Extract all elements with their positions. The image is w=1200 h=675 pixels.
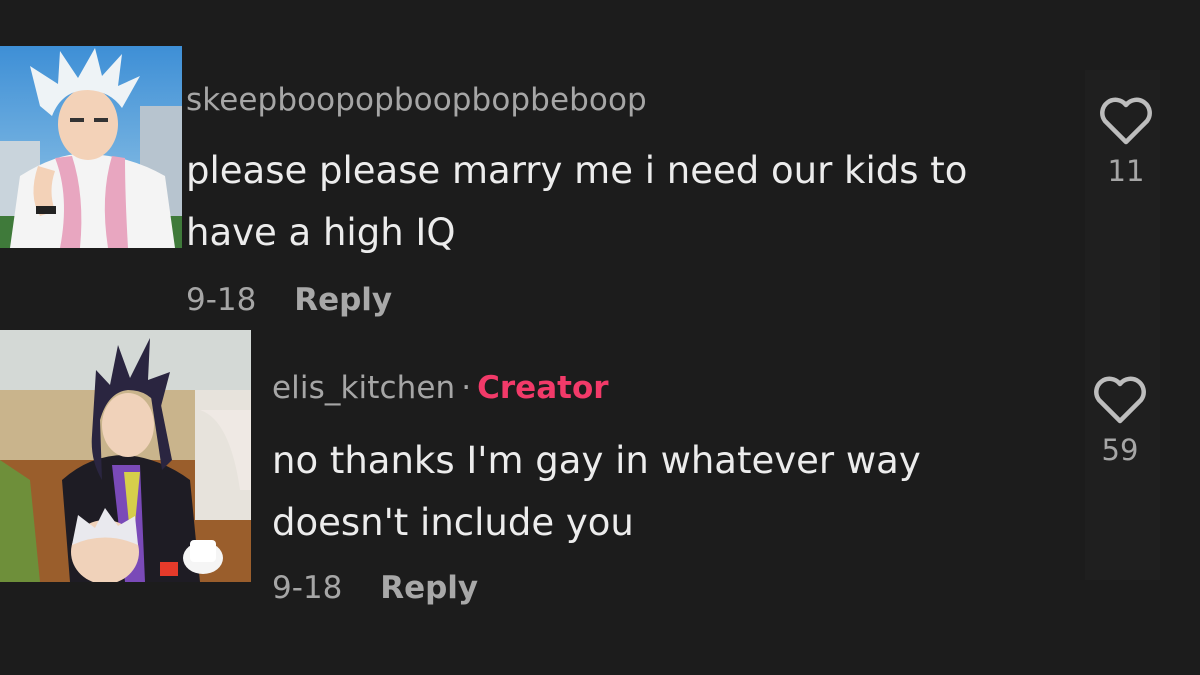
like-count: 11 (1107, 154, 1145, 188)
comment-text: no thanks I'm gay in whatever way doesn'… (272, 439, 921, 544)
comment-item: skeepboopopboopbopbeboop please please m… (0, 0, 1200, 330)
comment-username[interactable]: skeepboopopboopbopbeboop (186, 82, 647, 118)
creator-badge: Creator (477, 370, 609, 406)
comment-feed: skeepboopopboopbopbeboop please please m… (0, 0, 1200, 675)
comment-date: 9-18 (272, 570, 343, 606)
reply-button[interactable]: Reply (380, 570, 478, 606)
avatar[interactable] (0, 46, 182, 248)
avatar[interactable] (0, 330, 251, 582)
heart-icon[interactable] (1092, 375, 1148, 425)
heart-icon[interactable] (1098, 96, 1154, 146)
like-button[interactable]: 59 (1080, 375, 1160, 467)
comment-text: please please marry me i need our kids t… (186, 149, 968, 254)
anime-avatar-white-hair-icon (0, 46, 182, 248)
comment-meta: 9-18 Reply (272, 570, 478, 606)
comment-item: elis_kitchen · Creator no thanks I'm gay i… (0, 330, 1200, 675)
anime-avatar-purple-hair-icon (0, 330, 251, 582)
like-button[interactable]: 11 (1086, 96, 1166, 188)
comment-meta: 9-18 Reply (186, 282, 392, 318)
reply-button[interactable]: Reply (294, 282, 392, 318)
username-row: elis_kitchen · Creator (272, 370, 609, 406)
comment-date: 9-18 (186, 282, 257, 318)
comment-username[interactable]: elis_kitchen (272, 370, 455, 406)
like-count: 59 (1101, 433, 1139, 467)
separator-dot: · (461, 370, 472, 406)
